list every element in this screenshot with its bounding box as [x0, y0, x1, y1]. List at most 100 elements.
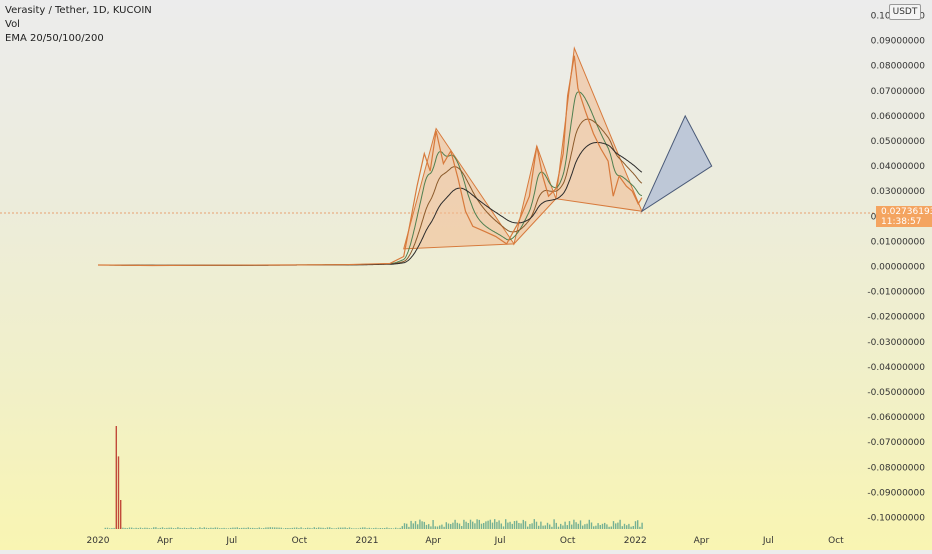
volume-bar — [278, 527, 280, 529]
volume-bar — [282, 528, 285, 529]
volume-bar — [157, 528, 159, 529]
volume-bar — [313, 527, 315, 529]
x-axis[interactable]: 2020 Apr Jul Oct 2021 Apr Jul Oct 2022 Apr Jul Oct — [87, 536, 845, 546]
volume-bar — [373, 528, 375, 529]
volume-bar — [423, 521, 425, 529]
volume-bar — [520, 523, 522, 529]
volume-bar — [388, 528, 390, 529]
volume-bar — [230, 527, 232, 529]
volume-bar — [568, 521, 571, 529]
chart-legend: Verasity / Tether, 1D, KUCOIN Vol EMA 20… — [5, 4, 152, 46]
chart-container[interactable]: 0.100000000.090000000.080000000.07000000… — [0, 0, 932, 550]
volume-bar — [285, 528, 287, 529]
volume-bar — [641, 522, 643, 529]
y-axis[interactable]: 0.100000000.090000000.080000000.07000000… — [867, 12, 925, 524]
volume-bar — [498, 520, 500, 529]
legend-ema[interactable]: EMA 20/50/100/200 — [5, 32, 152, 46]
volume-bar — [249, 527, 252, 529]
volume-bar — [219, 528, 221, 529]
volume-bar — [322, 527, 324, 529]
x-tick-label: Apr — [425, 536, 441, 546]
volume-bar — [124, 527, 126, 529]
volume-bar — [615, 523, 617, 529]
volume-bar — [639, 526, 641, 529]
volume-bar — [269, 527, 271, 529]
volume-bar — [509, 521, 511, 529]
volume-bar — [355, 528, 357, 529]
volume-bar — [179, 527, 181, 529]
x-tick-label: Oct — [292, 536, 308, 546]
volume-bar — [573, 519, 575, 529]
volume-bar — [370, 528, 373, 529]
price-chart[interactable]: 0.100000000.090000000.080000000.07000000… — [0, 0, 932, 550]
y-tick-label: 0.09000000 — [871, 37, 926, 47]
volume-bar — [111, 528, 113, 529]
volume-bar — [287, 528, 289, 529]
volume-bar — [588, 519, 590, 529]
volume-bar — [161, 527, 164, 529]
volume-bar — [502, 526, 505, 529]
volume-bar — [401, 526, 403, 529]
volume-bar — [300, 527, 302, 529]
volume-bar — [483, 523, 485, 529]
volume-bar — [377, 528, 379, 529]
x-tick-label: 2020 — [87, 536, 110, 546]
volume-bar — [221, 528, 223, 529]
volume-bar — [234, 527, 236, 529]
x-tick-label: Jul — [225, 536, 237, 546]
legend-volume[interactable]: Vol — [5, 18, 152, 32]
volume-bar — [566, 525, 568, 529]
y-tick-label: -0.06000000 — [867, 413, 925, 423]
volume-bar — [564, 521, 566, 529]
volume-bar — [397, 528, 399, 529]
volume-bar — [302, 528, 304, 529]
volume-bar — [320, 527, 322, 529]
volume-bar — [478, 519, 480, 529]
volume-bar — [489, 519, 491, 529]
volume-spike — [120, 500, 122, 529]
volume-bar — [531, 523, 533, 529]
volume-bar — [304, 528, 307, 529]
volume-bar — [197, 528, 199, 529]
bar-countdown: 11:38:57 — [881, 217, 922, 227]
volume-bar — [238, 528, 241, 529]
volume-bar — [357, 528, 359, 529]
volume-bar — [630, 526, 632, 529]
y-tick-label: -0.09000000 — [867, 488, 925, 498]
legend-symbol[interactable]: Verasity / Tether, 1D, KUCOIN — [5, 4, 152, 18]
volume-bar — [575, 522, 577, 529]
volume-bar — [546, 522, 549, 529]
volume-bar — [434, 526, 436, 529]
projection-triangle[interactable] — [640, 114, 713, 213]
volume-bar — [577, 523, 579, 529]
volume-bar — [223, 527, 225, 529]
volume-bar — [113, 527, 115, 529]
currency-badge[interactable]: USDT — [889, 4, 921, 20]
volume-bar — [476, 519, 478, 529]
y-tick-label: 0.03000000 — [871, 187, 926, 197]
volume-bar — [562, 525, 564, 529]
volume-bar — [474, 523, 476, 529]
volume-bar — [254, 528, 256, 529]
volume-bar — [469, 519, 472, 529]
volume-bar — [236, 527, 238, 529]
volume-bar — [406, 523, 408, 529]
volume-bar — [518, 523, 520, 529]
x-tick-label: Apr — [157, 536, 173, 546]
volume-bar — [412, 523, 414, 529]
volume-bar — [276, 527, 278, 529]
volume-bar — [461, 526, 463, 529]
volume-bar — [201, 528, 203, 529]
y-tick-label: -0.07000000 — [867, 438, 925, 448]
volume-bar — [128, 527, 131, 529]
volume-bar — [274, 527, 276, 529]
volume-bar — [155, 527, 157, 529]
volume-bar — [610, 526, 612, 529]
volume-bar — [410, 520, 412, 529]
volume-bar — [617, 522, 619, 529]
volume-bar — [425, 524, 428, 529]
volume-bar — [192, 528, 194, 529]
volume-bar — [104, 527, 106, 529]
volume-bar — [280, 527, 282, 529]
volume-bar — [529, 524, 531, 529]
